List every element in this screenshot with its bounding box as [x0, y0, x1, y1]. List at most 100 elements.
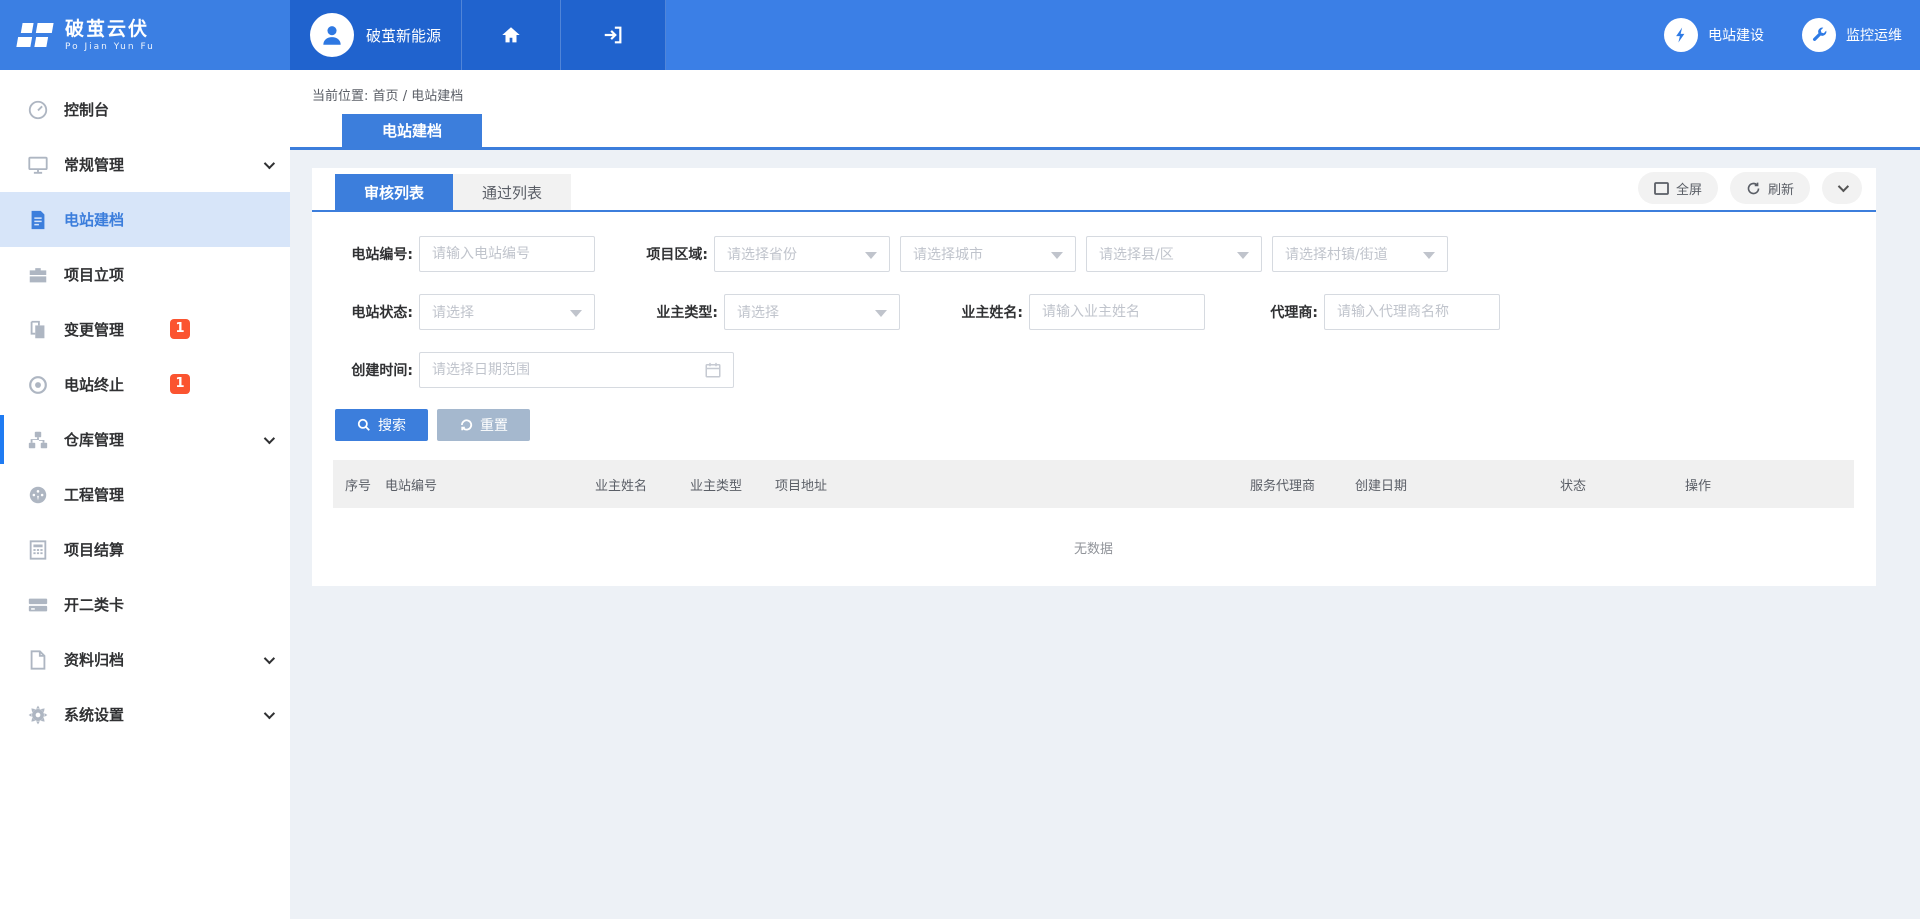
col-status: 状态 — [1548, 460, 1673, 508]
logo-subtitle: Po Jian Yun Fu — [65, 42, 155, 52]
sidebar-item-open-type2-card[interactable]: 开二类卡 — [0, 577, 290, 632]
caret-down-icon — [875, 310, 887, 317]
reset-button[interactable]: 重置 — [437, 409, 530, 441]
sidebar-item-station-filing[interactable]: 电站建档 — [0, 192, 290, 247]
nav-label: 电站建设 — [1708, 25, 1764, 45]
col-owner-type: 业主类型 — [678, 460, 763, 508]
card-toolbar: 全屏 刷新 — [1638, 172, 1862, 204]
logo-icon — [15, 15, 55, 55]
collapse-button[interactable] — [1822, 172, 1862, 204]
station-status-label: 电站状态: — [335, 302, 419, 322]
owner-name-label: 业主姓名: — [959, 302, 1029, 322]
calculator-icon — [27, 539, 49, 561]
user-menu[interactable]: 破茧新能源 — [290, 0, 462, 70]
station-no-label: 电站编号: — [335, 244, 419, 264]
sidebar-item-station-termination[interactable]: 电站终止 1 — [0, 357, 290, 412]
fullscreen-button[interactable]: 全屏 — [1638, 172, 1718, 204]
fullscreen-icon — [1654, 182, 1669, 195]
breadcrumb-separator: / — [403, 89, 407, 104]
chevron-down-icon — [264, 708, 275, 719]
col-station-no: 电站编号 — [373, 460, 583, 508]
avatar[interactable] — [310, 13, 354, 57]
filter-row-1: 电站编号: 项目区域: 请选择省份 请选择城市 请 — [335, 236, 1876, 272]
filter-row-3: 创建时间: — [335, 352, 1876, 388]
owner-type-select[interactable]: 请选择 — [724, 294, 900, 330]
chevron-down-icon — [264, 158, 275, 169]
card-icon — [27, 594, 49, 616]
chevron-down-icon — [264, 653, 275, 664]
caret-down-icon — [1423, 252, 1435, 259]
sidebar-item-project-approval[interactable]: 项目立项 — [0, 247, 290, 302]
sidebar-item-general-management[interactable]: 常规管理 — [0, 137, 290, 192]
header-nav: 电站建设 监控运维 — [666, 0, 1920, 70]
sidebar-item-data-archiving[interactable]: 资料归档 — [0, 632, 290, 687]
header: 破茧云伏 Po Jian Yun Fu 破茧新能源 — [0, 0, 1920, 70]
sitemap-icon — [27, 429, 49, 451]
col-owner-name: 业主姓名 — [583, 460, 678, 508]
nav-station-construction[interactable]: 电站建设 — [1664, 18, 1764, 52]
province-select[interactable]: 请选择省份 — [714, 236, 890, 272]
copy-icon — [27, 319, 49, 341]
sidebar: 控制台 常规管理 电站建档 — [0, 70, 290, 919]
gear-icon — [27, 704, 49, 726]
sidebar-item-engineering-management[interactable]: 工程管理 — [0, 467, 290, 522]
sidebar-item-project-settlement[interactable]: 项目结算 — [0, 522, 290, 577]
notification-badge: 1 — [170, 319, 190, 339]
search-button[interactable]: 搜索 — [335, 409, 428, 441]
header-middle: 破茧新能源 — [290, 0, 666, 70]
owner-name-input[interactable] — [1029, 294, 1205, 330]
filter-row-2: 电站状态: 请选择 业主类型: 请选择 业主姓名: — [335, 294, 1876, 330]
user-icon — [319, 22, 345, 48]
chevron-down-icon — [1838, 181, 1849, 192]
col-operation: 操作 — [1673, 460, 1854, 508]
lightning-icon — [1664, 18, 1698, 52]
logout-button[interactable] — [561, 0, 666, 70]
file-icon — [27, 649, 49, 671]
notification-badge: 1 — [170, 374, 190, 394]
breadcrumb-current: 电站建档 — [411, 89, 463, 104]
sidebar-item-warehouse-management[interactable]: 仓库管理 — [0, 412, 290, 467]
sidebar-item-console[interactable]: 控制台 — [0, 82, 290, 137]
empty-state: 无数据 — [333, 508, 1854, 586]
gauge-icon — [27, 484, 49, 506]
table-header-row: 序号 电站编号 业主姓名 业主类型 项目地址 服务代理商 创建日期 状态 操作 — [333, 460, 1854, 508]
agent-input[interactable] — [1324, 294, 1500, 330]
breadcrumb-strip: 当前位置: 首页 / 电站建档 电站建档 — [290, 70, 1920, 147]
page-tab-station-filing[interactable]: 电站建档 — [342, 114, 482, 147]
date-range-input[interactable] — [419, 352, 734, 388]
refresh-button[interactable]: 刷新 — [1730, 172, 1810, 204]
breadcrumb-home-link[interactable]: 首页 — [373, 89, 399, 104]
nav-label: 监控运维 — [1846, 25, 1902, 45]
briefcase-icon — [27, 264, 49, 286]
logo-title: 破茧云伏 — [65, 18, 155, 40]
home-button[interactable] — [462, 0, 561, 70]
target-icon — [27, 374, 49, 396]
county-select[interactable]: 请选择县/区 — [1086, 236, 1262, 272]
caret-down-icon — [1051, 252, 1063, 259]
nav-monitoring-ops[interactable]: 监控运维 — [1802, 18, 1902, 52]
home-icon — [500, 24, 522, 46]
agent-label: 代理商: — [1254, 302, 1324, 322]
caret-down-icon — [865, 252, 877, 259]
town-select[interactable]: 请选择村镇/街道 — [1272, 236, 1448, 272]
search-icon — [357, 418, 371, 432]
breadcrumb-prefix: 当前位置: — [312, 89, 368, 104]
sidebar-item-change-management[interactable]: 变更管理 1 — [0, 302, 290, 357]
chevron-down-icon — [264, 433, 275, 444]
caret-down-icon — [570, 310, 582, 317]
brand-logo: 破茧云伏 Po Jian Yun Fu — [0, 0, 290, 70]
tab-passed-list[interactable]: 通过列表 — [453, 174, 571, 210]
sidebar-item-system-settings[interactable]: 系统设置 — [0, 687, 290, 742]
region-label: 项目区域: — [644, 244, 714, 264]
tab-review-list[interactable]: 审核列表 — [335, 174, 453, 210]
filter-actions: 搜索 重置 — [312, 409, 1876, 441]
accent-divider — [290, 147, 1920, 150]
col-service-agent: 服务代理商 — [1238, 460, 1343, 508]
station-no-input[interactable] — [419, 236, 595, 272]
logout-icon — [602, 24, 624, 46]
breadcrumb: 当前位置: 首页 / 电站建档 — [312, 85, 1920, 104]
station-status-select[interactable]: 请选择 — [419, 294, 595, 330]
city-select[interactable]: 请选择城市 — [900, 236, 1076, 272]
content-card: 审核列表 通过列表 全屏 — [312, 168, 1876, 586]
company-name: 破茧新能源 — [366, 25, 441, 46]
